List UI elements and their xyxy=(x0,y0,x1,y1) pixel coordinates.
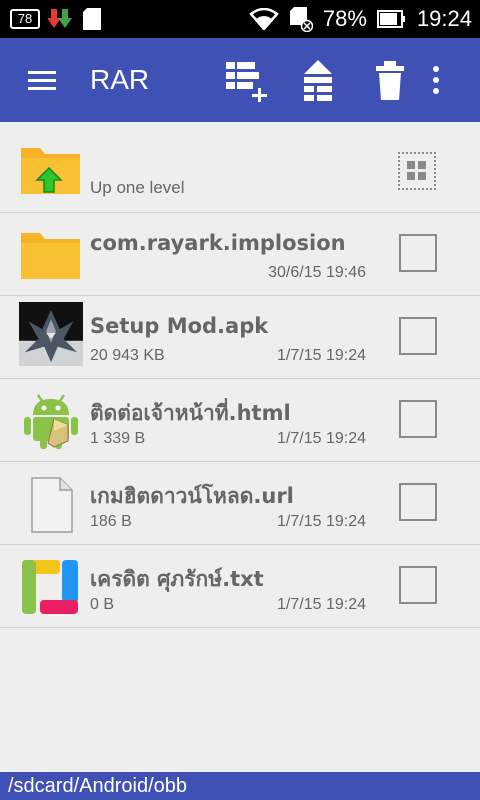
battery-percent: 78% xyxy=(322,6,367,31)
status-bar: 78 78% 19:24 xyxy=(0,0,480,38)
file-date: 1/7/15 19:24 xyxy=(277,347,366,364)
text-file-icon xyxy=(22,560,78,614)
extract-button[interactable] xyxy=(290,54,346,106)
sd-card-blocked-icon xyxy=(289,7,313,32)
select-checkbox[interactable] xyxy=(399,483,437,521)
add-to-archive-button[interactable] xyxy=(218,54,274,106)
add-to-archive-icon xyxy=(226,62,267,102)
overflow-menu-icon[interactable] xyxy=(416,54,456,106)
battery-icon xyxy=(376,10,405,28)
list-item[interactable]: เครดิต ศุภรักษ์.txt 0 B 1/7/15 19:24 xyxy=(0,545,480,628)
file-name: เกมฮิตดาวน์โหลด.url xyxy=(90,484,294,508)
list-item[interactable]: com.rayark.implosion 30/6/15 19:46 xyxy=(0,213,480,296)
extract-icon xyxy=(304,60,332,101)
list-item[interactable]: เกมฮิตดาวน์โหลด.url 186 B 1/7/15 19:24 xyxy=(0,462,480,545)
select-checkbox[interactable] xyxy=(399,234,437,272)
list-item[interactable]: Setup Mod.apk 20 943 KB 1/7/15 19:24 xyxy=(0,296,480,379)
clock: 19:24 xyxy=(416,6,472,31)
select-checkbox[interactable] xyxy=(399,317,437,355)
trash-icon xyxy=(376,61,404,100)
sd-card-icon xyxy=(83,8,101,30)
notification-badge-icon: 78 xyxy=(10,9,40,29)
select-checkbox[interactable] xyxy=(399,400,437,438)
up-one-level-label: Up one level xyxy=(90,178,185,197)
app-title: RAR xyxy=(90,64,150,95)
file-size: 1 339 B xyxy=(90,430,146,447)
grid-view-toggle[interactable] xyxy=(398,152,436,190)
android-html-icon xyxy=(24,394,78,449)
current-path: /sdcard/Android/obb xyxy=(0,772,480,800)
file-name: com.rayark.implosion xyxy=(90,231,346,255)
file-list: Up one level com.rayark.implosion 30/6/1… xyxy=(0,122,480,628)
apk-thumbnail-icon xyxy=(19,302,83,366)
app-toolbar: RAR xyxy=(0,38,480,122)
select-checkbox[interactable] xyxy=(399,566,437,604)
file-name: Setup Mod.apk xyxy=(90,314,269,338)
document-icon xyxy=(31,477,73,533)
hamburger-menu-icon[interactable] xyxy=(22,64,62,96)
delete-button[interactable] xyxy=(362,54,418,106)
file-size: 20 943 KB xyxy=(90,347,165,364)
file-size: 0 B xyxy=(90,596,115,613)
download-arrows-icon xyxy=(48,9,72,28)
file-date: 30/6/15 19:46 xyxy=(268,264,366,281)
up-one-level-row[interactable]: Up one level xyxy=(0,122,480,213)
file-name: ติดต่อเจ้าหน้าที่.html xyxy=(90,401,291,425)
wifi-icon xyxy=(249,8,279,30)
file-date: 1/7/15 19:24 xyxy=(277,596,366,613)
grid-view-icon xyxy=(407,161,426,180)
file-size: 186 B xyxy=(90,513,132,530)
folder-up-icon xyxy=(21,148,80,194)
list-item[interactable]: ติดต่อเจ้าหน้าที่.html 1 339 B 1/7/15 19… xyxy=(0,379,480,462)
file-date: 1/7/15 19:24 xyxy=(277,513,366,530)
file-date: 1/7/15 19:24 xyxy=(277,430,366,447)
file-name: เครดิต ศุภรักษ์.txt xyxy=(90,567,264,591)
folder-icon xyxy=(21,233,80,279)
